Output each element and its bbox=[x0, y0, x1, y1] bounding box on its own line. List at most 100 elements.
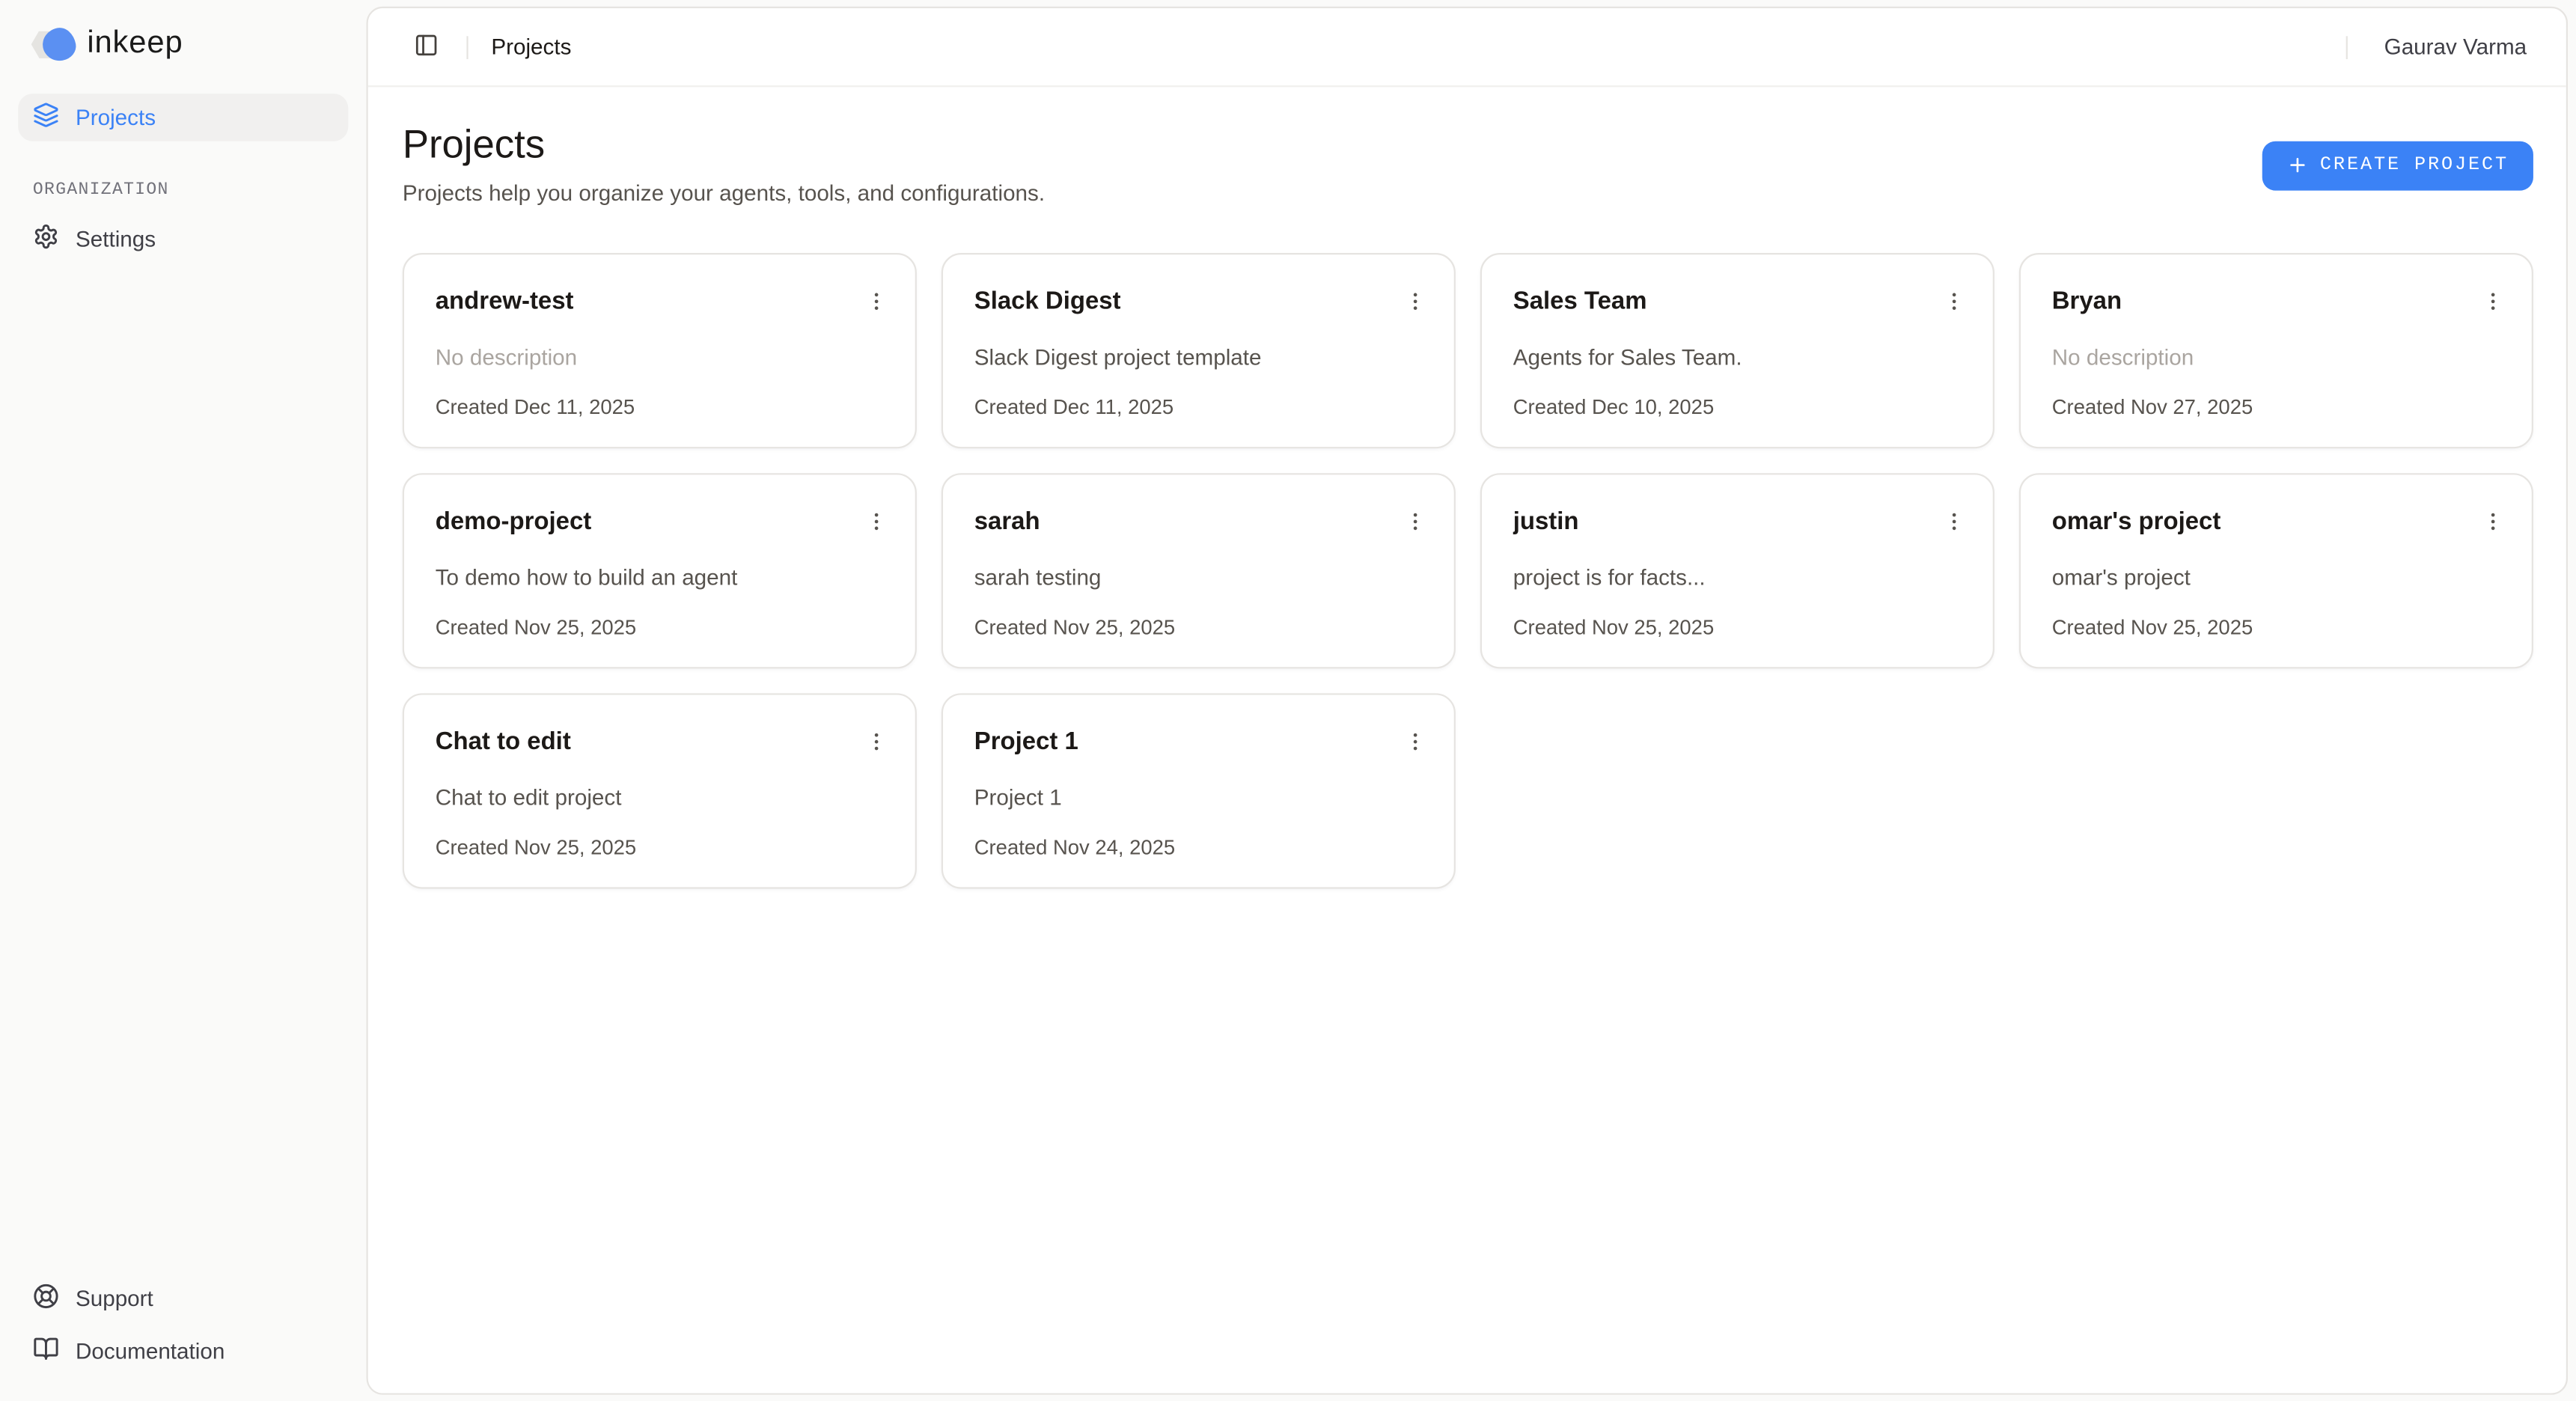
sidebar-footer: Support Documentation bbox=[18, 1275, 348, 1375]
project-card[interactable]: justin project is for facts... Created N… bbox=[1480, 473, 1994, 668]
project-card-header: Project 1 bbox=[974, 721, 1435, 761]
project-card[interactable]: andrew-test No description Created Dec 1… bbox=[403, 253, 917, 448]
create-project-button-label: CREATE PROJECT bbox=[2320, 154, 2509, 176]
project-description: Agents for Sales Team. bbox=[1513, 344, 1974, 373]
project-menu-button[interactable] bbox=[856, 501, 896, 541]
sidebar-item-projects[interactable]: Projects bbox=[18, 94, 348, 141]
inkeep-logo: inkeep bbox=[18, 23, 348, 94]
project-created-date: Created Nov 24, 2025 bbox=[974, 834, 1435, 862]
project-menu-button[interactable] bbox=[856, 281, 896, 320]
project-description: omar's project bbox=[2052, 564, 2512, 593]
kebab-icon bbox=[864, 729, 888, 754]
project-description: Chat to edit project bbox=[436, 784, 896, 814]
project-card-header: Bryan bbox=[2052, 281, 2512, 320]
breadcrumb[interactable]: Projects bbox=[491, 34, 571, 59]
sidebar-item-settings[interactable]: Settings bbox=[18, 216, 348, 263]
sidebar: inkeep Projects ORGANIZATION Settings bbox=[0, 0, 367, 1401]
project-name: sarah bbox=[974, 501, 1040, 539]
sidebar-toggle-button[interactable] bbox=[407, 28, 443, 64]
project-created-date: Created Nov 25, 2025 bbox=[1513, 614, 1974, 642]
project-name: Project 1 bbox=[974, 721, 1078, 759]
project-card-header: Slack Digest bbox=[974, 281, 1435, 320]
gear-icon bbox=[33, 224, 59, 255]
user-menu[interactable]: Gaurav Varma bbox=[2384, 34, 2527, 59]
sidebar-item-label: Settings bbox=[76, 227, 156, 251]
project-description: Slack Digest project template bbox=[974, 344, 1435, 373]
project-description: Project 1 bbox=[974, 784, 1435, 814]
project-card-header: justin bbox=[1513, 501, 1974, 541]
project-name: andrew-test bbox=[436, 281, 574, 318]
project-menu-button[interactable] bbox=[1395, 721, 1435, 761]
scale-wrapper: inkeep Projects ORGANIZATION Settings bbox=[0, 0, 2576, 1401]
project-created-date: Created Nov 25, 2025 bbox=[436, 834, 896, 862]
project-created-date: Created Dec 10, 2025 bbox=[1513, 394, 1974, 422]
kebab-icon bbox=[2480, 288, 2505, 313]
topbar: Projects Gaurav Varma bbox=[368, 8, 2566, 87]
project-created-date: Created Dec 11, 2025 bbox=[436, 394, 896, 422]
app-root: inkeep Projects ORGANIZATION Settings bbox=[0, 0, 2576, 1401]
kebab-icon bbox=[2480, 508, 2505, 533]
main-panel: Projects Gaurav Varma Projects Projects … bbox=[367, 7, 2569, 1395]
project-card[interactable]: Slack Digest Slack Digest project templa… bbox=[941, 253, 1456, 448]
panel-left-icon bbox=[413, 32, 438, 62]
sidebar-section-organization: ORGANIZATION bbox=[33, 180, 334, 200]
create-project-button[interactable]: CREATE PROJECT bbox=[2262, 141, 2533, 190]
project-name: justin bbox=[1513, 501, 1579, 539]
project-menu-button[interactable] bbox=[1934, 501, 1974, 541]
topbar-divider bbox=[466, 35, 468, 58]
project-created-date: Created Nov 25, 2025 bbox=[436, 614, 896, 642]
project-card-header: demo-project bbox=[436, 501, 896, 541]
project-description: To demo how to build an agent bbox=[436, 564, 896, 593]
project-card[interactable]: Project 1 Project 1 Created Nov 24, 2025 bbox=[941, 693, 1456, 888]
page-subtitle: Projects help you organize your agents, … bbox=[403, 179, 1045, 209]
project-created-date: Created Nov 27, 2025 bbox=[2052, 394, 2512, 422]
sidebar-item-label: Support bbox=[76, 1286, 153, 1311]
lifebuoy-icon bbox=[33, 1283, 59, 1314]
layers-icon bbox=[33, 102, 59, 133]
topbar-right: Gaurav Varma bbox=[2346, 34, 2527, 59]
kebab-icon bbox=[1941, 508, 1966, 533]
project-menu-button[interactable] bbox=[2473, 281, 2512, 320]
project-card[interactable]: omar's project omar's project Created No… bbox=[2019, 473, 2533, 668]
project-description: project is for facts... bbox=[1513, 564, 1974, 593]
logo-wordmark: inkeep bbox=[87, 26, 183, 62]
project-card-header: sarah bbox=[974, 501, 1435, 541]
kebab-icon bbox=[1403, 508, 1427, 533]
inkeep-logo-icon bbox=[31, 27, 76, 61]
project-card[interactable]: Chat to edit Chat to edit project Create… bbox=[403, 693, 917, 888]
project-menu-button[interactable] bbox=[1395, 501, 1435, 541]
project-name: omar's project bbox=[2052, 501, 2221, 539]
book-open-icon bbox=[33, 1336, 59, 1367]
project-menu-button[interactable] bbox=[1934, 281, 1974, 320]
project-menu-button[interactable] bbox=[1395, 281, 1435, 320]
kebab-icon bbox=[864, 288, 888, 313]
page-title: Projects bbox=[403, 121, 1045, 171]
page-content: Projects Projects help you organize your… bbox=[368, 87, 2566, 1393]
project-description: No description bbox=[2052, 344, 2512, 373]
project-card[interactable]: Sales Team Agents for Sales Team. Create… bbox=[1480, 253, 1994, 448]
project-description: No description bbox=[436, 344, 896, 373]
project-card[interactable]: Bryan No description Created Nov 27, 202… bbox=[2019, 253, 2533, 448]
sidebar-item-support[interactable]: Support bbox=[18, 1275, 348, 1322]
project-card[interactable]: sarah sarah testing Created Nov 25, 2025 bbox=[941, 473, 1456, 668]
project-card-header: andrew-test bbox=[436, 281, 896, 320]
sidebar-item-label: Projects bbox=[76, 105, 156, 129]
plus-icon bbox=[2287, 154, 2309, 176]
page-header: Projects Projects help you organize your… bbox=[403, 121, 2533, 208]
project-menu-button[interactable] bbox=[856, 721, 896, 761]
project-card[interactable]: demo-project To demo how to build an age… bbox=[403, 473, 917, 668]
project-menu-button[interactable] bbox=[2473, 501, 2512, 541]
topbar-divider bbox=[2346, 35, 2348, 58]
project-card-header: omar's project bbox=[2052, 501, 2512, 541]
project-card-header: Chat to edit bbox=[436, 721, 896, 761]
projects-grid: andrew-test No description Created Dec 1… bbox=[403, 253, 2533, 889]
project-name: Chat to edit bbox=[436, 721, 571, 759]
project-card-header: Sales Team bbox=[1513, 281, 1974, 320]
sidebar-item-documentation[interactable]: Documentation bbox=[18, 1328, 348, 1376]
project-created-date: Created Dec 11, 2025 bbox=[974, 394, 1435, 422]
project-created-date: Created Nov 25, 2025 bbox=[2052, 614, 2512, 642]
project-name: Sales Team bbox=[1513, 281, 1647, 318]
project-created-date: Created Nov 25, 2025 bbox=[974, 614, 1435, 642]
project-description: sarah testing bbox=[974, 564, 1435, 593]
page-header-text: Projects Projects help you organize your… bbox=[403, 121, 1045, 208]
